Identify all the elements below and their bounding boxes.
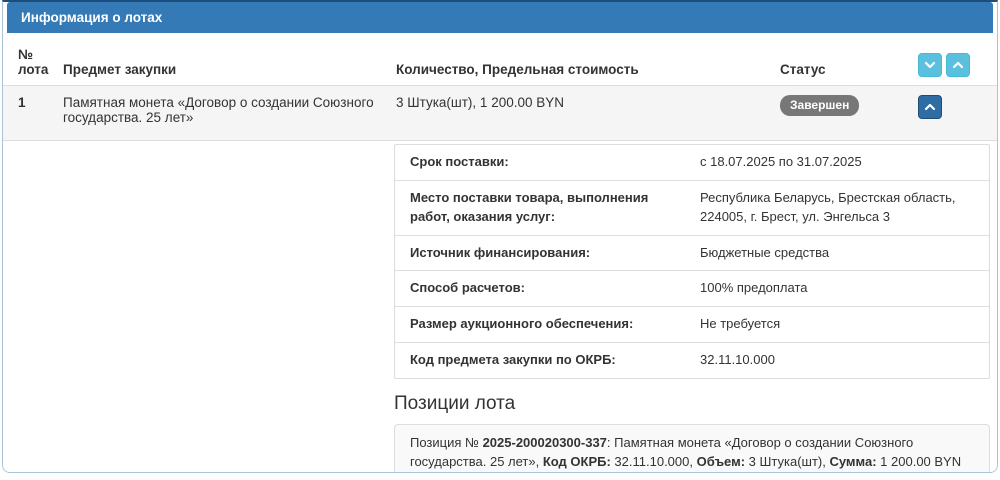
lot-details-section: Срок поставки: с 18.07.2025 по 31.07.202… bbox=[3, 140, 997, 472]
lot-details-table: Срок поставки: с 18.07.2025 по 31.07.202… bbox=[394, 144, 990, 379]
sort-ascending-button[interactable] bbox=[946, 53, 970, 77]
lot-number-cell: 1 bbox=[18, 95, 26, 110]
detail-row-auction-security: Размер аукционного обеспечения: Не требу… bbox=[395, 306, 989, 342]
status-badge: Завершен bbox=[780, 95, 860, 116]
position-okrb-label: Код ОКРБ: bbox=[542, 454, 611, 470]
detail-row-payment-method: Способ расчетов: 100% предоплата bbox=[395, 270, 989, 306]
position-item: Позиция № 2025-200020300-337: Памятная м… bbox=[394, 423, 990, 472]
column-header-status: Статус bbox=[780, 62, 826, 77]
column-header-quantity-cost: Количество, Предельная стоимость bbox=[396, 62, 639, 77]
chevron-down-icon bbox=[923, 58, 937, 72]
collapse-lot-details-button[interactable] bbox=[918, 95, 942, 119]
position-number: 2025-200020300-337 bbox=[482, 434, 607, 450]
detail-row-delivery-period: Срок поставки: с 18.07.2025 по 31.07.202… bbox=[395, 145, 989, 180]
detail-value: Не требуется bbox=[700, 316, 781, 332]
positions-section-title: Позиции лота bbox=[394, 392, 516, 414]
detail-value: Бюджетные средства bbox=[700, 244, 830, 260]
detail-label: Код предмета закупки по ОКРБ: bbox=[410, 352, 616, 368]
detail-label: Размер аукционного обеспечения: bbox=[410, 316, 634, 332]
column-header-lot-number: № лота bbox=[18, 47, 49, 77]
lot-subject-cell: Памятная монета «Договор о создании Союз… bbox=[63, 95, 374, 125]
detail-label: Способ расчетов: bbox=[410, 280, 525, 296]
column-header-subject: Предмет закупки bbox=[63, 62, 177, 77]
detail-row-funding-source: Источник финансирования: Бюджетные средс… bbox=[395, 234, 989, 271]
position-volume-label: Объем: bbox=[696, 454, 746, 470]
panel-title: Информация о лотах bbox=[7, 2, 993, 33]
position-prefix: Позиция № bbox=[410, 434, 483, 450]
detail-value: 100% предоплата bbox=[700, 280, 808, 296]
sort-descending-button[interactable] bbox=[918, 53, 942, 77]
lots-panel: Информация о лотах № лота Предмет закупк… bbox=[2, 0, 998, 473]
position-okrb-value: 32.11.10.000, bbox=[610, 454, 697, 470]
lot-quantity-cost-cell: 3 Штука(шт), 1 200.00 BYN bbox=[396, 95, 564, 110]
detail-row-okrb-code: Код предмета закупки по ОКРБ: 32.11.10.0… bbox=[395, 342, 989, 378]
lot-row: 1 Памятная монета «Договор о создании Со… bbox=[3, 85, 997, 140]
position-sum-value: 1 200.00 BYN bbox=[876, 454, 962, 470]
lots-table-header: № лота Предмет закупки Количество, Преде… bbox=[3, 33, 997, 85]
position-sum-label: Сумма: bbox=[829, 454, 877, 470]
chevron-up-icon bbox=[923, 100, 937, 114]
detail-row-delivery-place: Место поставки товара, выполнения работ,… bbox=[395, 179, 989, 235]
detail-label: Источник финансирования: bbox=[410, 244, 591, 260]
detail-label: Срок поставки: bbox=[410, 154, 509, 169]
chevron-up-icon bbox=[951, 58, 965, 72]
detail-label: Место поставки товара, выполнения работ,… bbox=[410, 189, 649, 224]
detail-value: Республика Беларусь, Брестская область, … bbox=[700, 189, 956, 224]
detail-value: 32.11.10.000 bbox=[700, 352, 775, 368]
detail-value: с 18.07.2025 по 31.07.2025 bbox=[700, 154, 862, 169]
position-volume-value: 3 Штука(шт), bbox=[745, 454, 830, 470]
